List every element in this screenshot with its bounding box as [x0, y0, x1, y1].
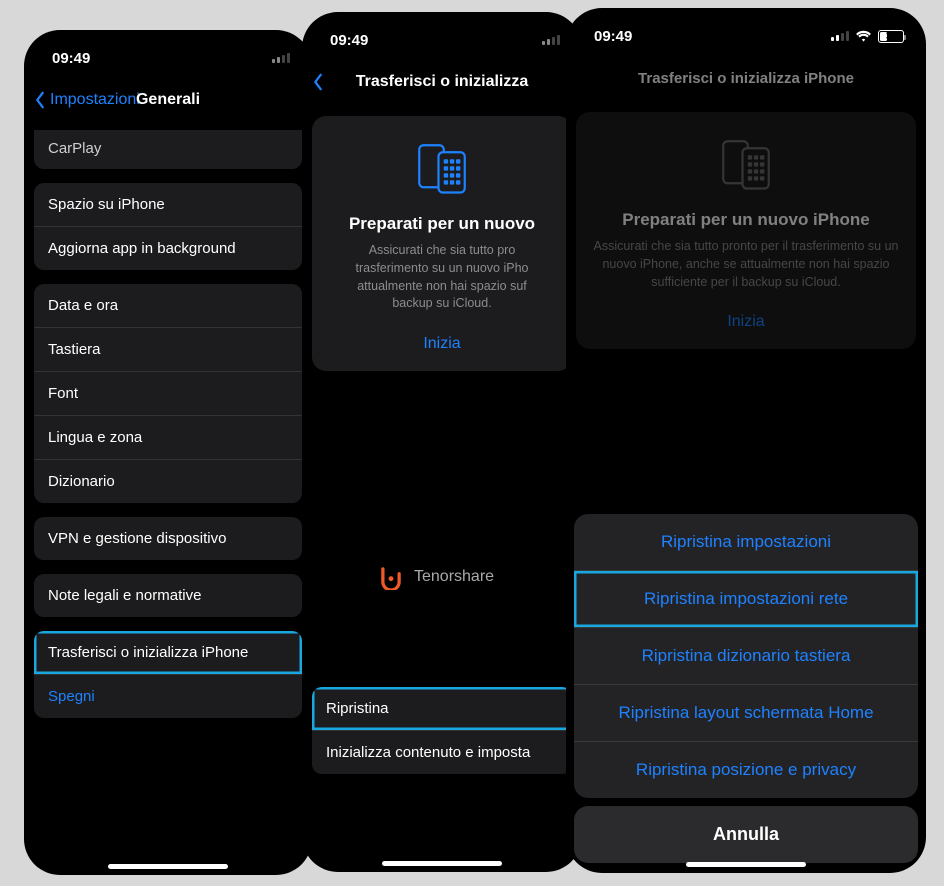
devices-icon — [592, 134, 900, 194]
battery-percent: 31 — [879, 31, 903, 41]
status-right — [542, 35, 560, 45]
status-time: 09:49 — [330, 32, 368, 49]
list-item[interactable]: Tastiera — [34, 327, 302, 371]
back-button[interactable] — [312, 73, 324, 91]
settings-group-transfer: Trasferisci o inizializza iPhone Spegni — [34, 631, 302, 718]
back-button[interactable]: Impostazioni — [34, 91, 140, 109]
status-right — [272, 53, 290, 63]
reset-group: Ripristina Inizializza contenuto e impos… — [312, 687, 572, 774]
action-sheet-options: Ripristina impostazioni Ripristina impos… — [574, 514, 918, 798]
erase-row[interactable]: Inizializza contenuto e imposta — [312, 730, 572, 774]
reset-row[interactable]: Ripristina — [312, 687, 572, 730]
nav-header: Trasferisci o inizializza iPhone — [566, 56, 926, 100]
nav-header: Impostazioni Generali — [24, 78, 312, 122]
list-item[interactable]: Dizionario — [34, 459, 302, 503]
devices-icon — [328, 138, 556, 198]
nav-title: Trasferisci o inizializza — [302, 73, 582, 91]
prepare-card: Preparati per un nuovo iPhone Assicurati… — [576, 112, 916, 349]
wifi-icon — [855, 30, 872, 43]
status-bar: 09:49 31 — [566, 8, 926, 56]
watermark-text: Tenorshare — [414, 568, 494, 586]
status-right: 31 — [831, 30, 904, 43]
start-button[interactable]: Inizia — [328, 331, 556, 357]
reset-location-privacy-option[interactable]: Ripristina posizione e privacy — [574, 741, 918, 798]
watermark: Tenorshare — [378, 564, 494, 590]
phone-screen-2: 09:49 Trasferisci o inizializza Preparat — [302, 12, 582, 872]
list-item[interactable]: Aggiorna app in background — [34, 226, 302, 270]
list-item[interactable]: VPN e gestione dispositivo — [34, 517, 302, 560]
signal-icon — [272, 53, 290, 63]
shutdown-row[interactable]: Spegni — [34, 674, 302, 718]
card-body: Assicurati che sia tutto pro trasferimen… — [328, 242, 556, 313]
card-heading: Preparati per un nuovo iPhone — [592, 210, 900, 230]
home-indicator[interactable] — [108, 864, 228, 869]
transfer-reset-row[interactable]: Trasferisci o inizializza iPhone — [34, 631, 302, 674]
signal-icon — [542, 35, 560, 45]
list-item[interactable]: Font — [34, 371, 302, 415]
nav-header: Trasferisci o inizializza — [302, 60, 582, 104]
tenorshare-logo-icon — [378, 564, 404, 590]
settings-group-legal: Note legali e normative — [34, 574, 302, 617]
back-label: Impostazioni — [50, 91, 140, 109]
list-item[interactable]: Spazio su iPhone — [34, 183, 302, 226]
phone-screen-1: 09:49 Impostazioni Generali CarPlay Spaz… — [24, 30, 312, 875]
list-item[interactable]: Lingua e zona — [34, 415, 302, 459]
settings-group-vpn: VPN e gestione dispositivo — [34, 517, 302, 560]
start-button[interactable]: Inizia — [592, 309, 900, 335]
settings-group-general: Data e ora Tastiera Font Lingua e zona D… — [34, 284, 302, 503]
settings-group-storage: Spazio su iPhone Aggiorna app in backgro… — [34, 183, 302, 270]
status-time: 09:49 — [52, 50, 90, 67]
list-item[interactable]: Note legali e normative — [34, 574, 302, 617]
card-body: Assicurati che sia tutto pronto per il t… — [592, 238, 900, 291]
nav-title: Trasferisci o inizializza iPhone — [566, 70, 926, 87]
home-indicator[interactable] — [382, 861, 502, 866]
home-indicator[interactable] — [686, 862, 806, 867]
reset-home-layout-option[interactable]: Ripristina layout schermata Home — [574, 684, 918, 741]
status-time: 09:49 — [594, 28, 632, 45]
list-item[interactable]: Data e ora — [34, 284, 302, 327]
list-item[interactable]: CarPlay — [34, 130, 302, 169]
reset-keyboard-option[interactable]: Ripristina dizionario tastiera — [574, 627, 918, 684]
action-sheet: Ripristina impostazioni Ripristina impos… — [574, 514, 918, 863]
prepare-card: Preparati per un nuovo Assicurati che si… — [312, 116, 572, 371]
status-bar: 09:49 — [302, 12, 582, 60]
signal-icon — [831, 31, 849, 41]
phone-screen-3: 09:49 31 Trasferisci o inizializza iPhon… — [566, 8, 926, 873]
reset-network-option[interactable]: Ripristina impostazioni rete — [574, 570, 918, 627]
battery-icon: 31 — [878, 30, 904, 43]
card-heading: Preparati per un nuovo — [328, 214, 556, 234]
status-bar: 09:49 — [24, 30, 312, 78]
cancel-button[interactable]: Annulla — [574, 806, 918, 863]
reset-settings-option[interactable]: Ripristina impostazioni — [574, 514, 918, 570]
